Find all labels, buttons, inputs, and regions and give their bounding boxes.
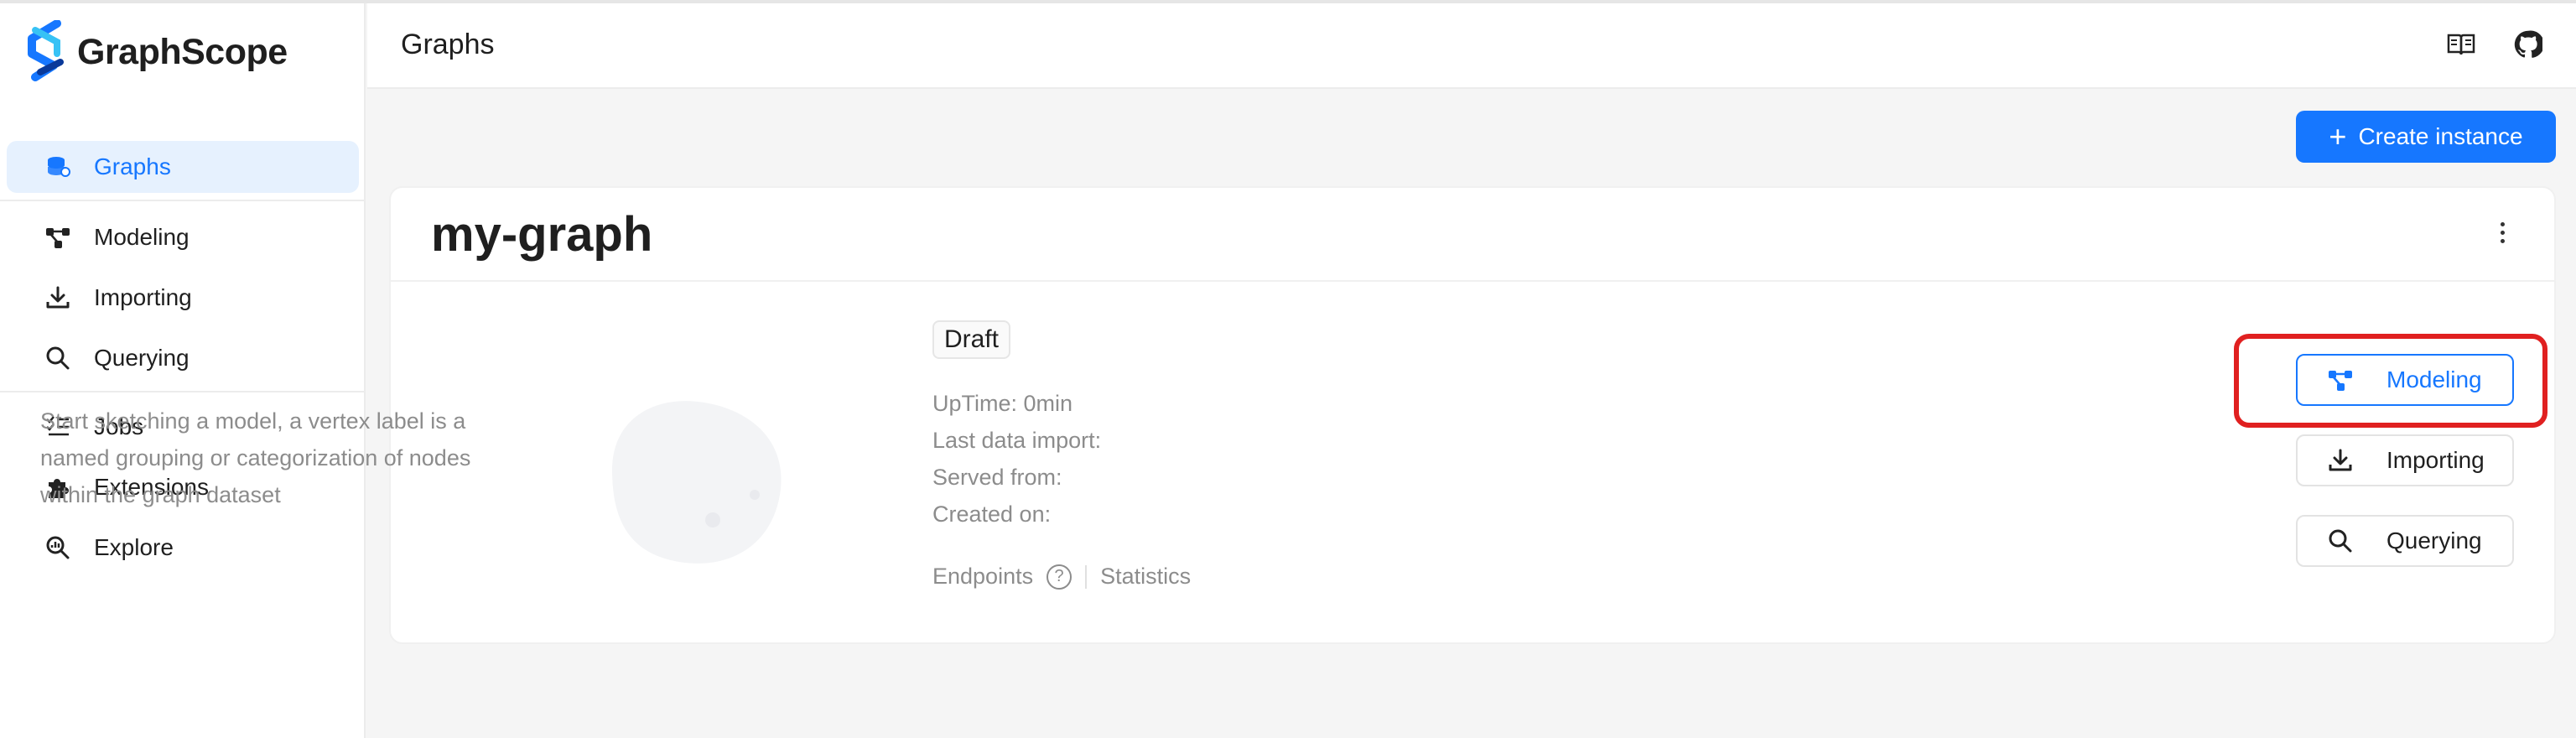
create-instance-label: Create instance (2358, 123, 2523, 149)
page-title: Graphs (401, 29, 495, 60)
meta-uptime: UpTime: 0min (932, 391, 1073, 416)
search-icon (2326, 527, 2355, 555)
sidebar-item-label: Modeling (94, 224, 190, 250)
search-icon (44, 344, 72, 372)
modeling-button[interactable]: Modeling (2296, 354, 2514, 406)
nodes-icon (2326, 366, 2355, 394)
sidebar-item-explore[interactable]: Explore (7, 522, 359, 574)
download-icon (2326, 446, 2355, 475)
meta-served-from: Served from: (932, 465, 1062, 490)
more-options-icon[interactable] (2494, 220, 2511, 250)
download-icon (44, 283, 72, 312)
book-icon[interactable] (2445, 29, 2477, 60)
sidebar-item-graphs[interactable]: Graphs (7, 141, 359, 193)
sidebar-item-modeling[interactable]: Modeling (7, 211, 359, 263)
querying-button[interactable]: Querying (2296, 515, 2514, 567)
database-icon (44, 153, 72, 181)
status-badge: Draft (932, 320, 1011, 359)
brand-name: GraphScope (77, 31, 288, 72)
sidebar-item-label: Graphs (94, 153, 171, 179)
divider (1085, 564, 1088, 589)
endpoints-link[interactable]: Endpoints (932, 564, 1033, 590)
github-icon[interactable] (2512, 29, 2544, 60)
sidebar-item-label: Querying (94, 345, 190, 371)
importing-button-label: Importing (2386, 447, 2485, 473)
meta-created-on: Created on: (932, 502, 1052, 527)
graphscope-logo-icon (28, 20, 64, 81)
explore-icon (44, 533, 72, 562)
modeling-button-label: Modeling (2386, 366, 2482, 392)
querying-button-label: Querying (2386, 528, 2482, 554)
plus-icon: + (2329, 119, 2347, 153)
sidebar-item-importing[interactable]: Importing (7, 272, 359, 324)
graph-title: my-graph (431, 207, 653, 262)
statistics-link[interactable]: Statistics (1100, 564, 1191, 590)
sidebar-item-label: Explore (94, 534, 174, 560)
brand[interactable]: GraphScope (23, 18, 288, 86)
graph-description: Start sketching a model, a vertex label … (40, 408, 471, 507)
card-footer-links: Endpoints ? Statistics (932, 564, 1191, 590)
empty-illustration-icon (612, 401, 782, 564)
sidebar-item-querying[interactable]: Querying (7, 332, 359, 384)
sidebar: GraphScope Graphs Modeling Importing Que… (0, 3, 366, 738)
create-instance-button[interactable]: + Create instance (2296, 111, 2556, 163)
nav-divider (0, 200, 366, 201)
sidebar-item-label: Importing (94, 284, 192, 310)
importing-button[interactable]: Importing (2296, 434, 2514, 486)
help-icon[interactable]: ? (1046, 564, 1072, 590)
nodes-icon (44, 223, 72, 252)
card-header: my-graph (391, 188, 2554, 282)
meta-last-import: Last data import: (932, 428, 1102, 453)
nav-divider (0, 391, 366, 392)
page-header: Graphs (367, 3, 2576, 89)
